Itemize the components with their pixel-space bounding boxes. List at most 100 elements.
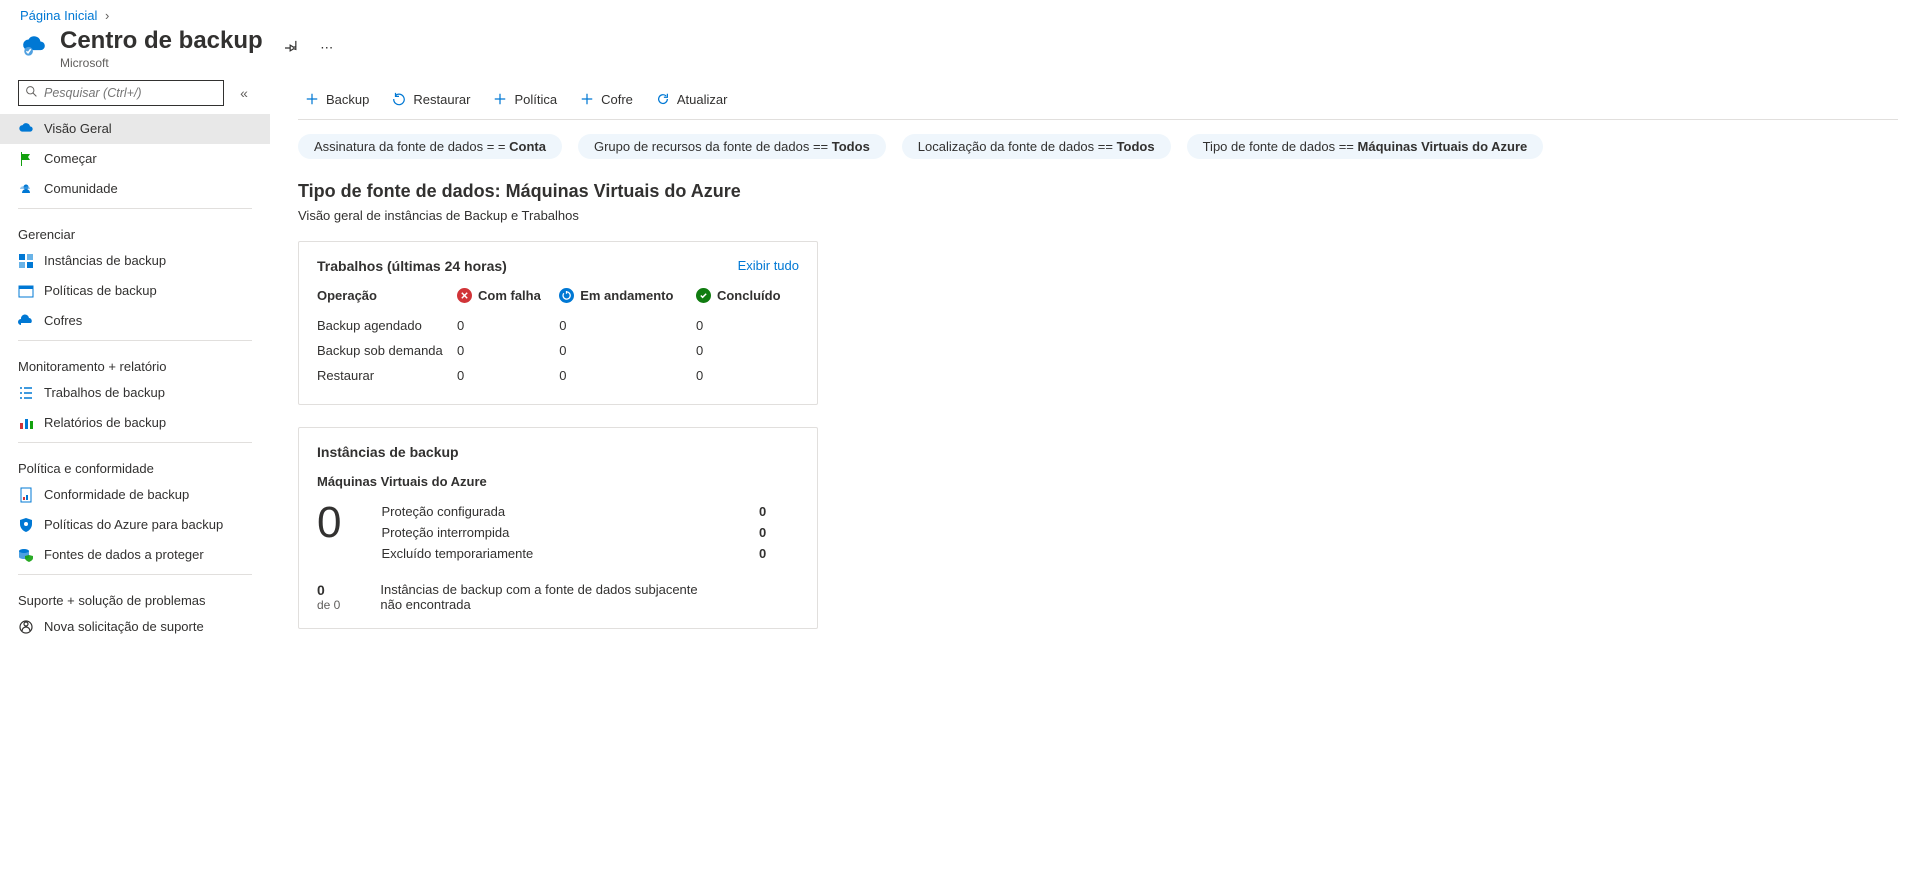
sidebar-item-label: Trabalhos de backup: [44, 385, 165, 400]
instances-total: 0: [317, 501, 341, 545]
sidebar-item-pol-ticas-de-backup[interactable]: Políticas de backup: [0, 276, 270, 306]
sidebar-item-label: Comunidade: [44, 181, 118, 196]
sidebar-item-visão-geral[interactable]: Visão Geral: [0, 114, 270, 144]
cmd-restore[interactable]: Restaurar: [385, 80, 476, 119]
support-icon: [18, 619, 34, 635]
sidebar-item-label: Políticas de backup: [44, 283, 157, 298]
instance-stat-row: Proteção interrompida 0: [381, 522, 799, 543]
job-op: Backup agendado: [317, 313, 457, 338]
job-failed: 0: [457, 313, 559, 338]
search-input[interactable]: [44, 86, 217, 100]
stat-label: Proteção interrompida: [381, 525, 509, 540]
filter-pill[interactable]: Assinatura da fonte de dados = = Conta: [298, 134, 562, 159]
db-shield-icon: [18, 547, 34, 563]
vault-icon: [18, 313, 34, 329]
breadcrumb: Página Inicial ›: [20, 8, 1888, 23]
stat-label: Proteção configurada: [381, 504, 505, 519]
jobs-view-all-link[interactable]: Exibir tudo: [738, 258, 799, 273]
jobs-card: Trabalhos (últimas 24 horas) Exibir tudo…: [298, 241, 818, 405]
instances-footer-msg: Instâncias de backup com a fonte de dado…: [380, 582, 720, 612]
done-icon: [696, 288, 711, 303]
sidebar-item-label: Relatórios de backup: [44, 415, 166, 430]
sidebar-item-trabalhos-de-backup[interactable]: Trabalhos de backup: [0, 378, 270, 408]
sidebar: « Visão Geral Começar Comunidade Gerenciar…: [0, 80, 270, 671]
stat-label: Excluído temporariamente: [381, 546, 533, 561]
stat-value: 0: [759, 525, 799, 540]
plus-icon: [304, 91, 320, 107]
sidebar-item-nova-solicita-o-de-suporte[interactable]: Nova solicitação de suporte: [0, 612, 270, 642]
collapse-sidebar-icon[interactable]: «: [232, 85, 256, 101]
filter-value: Conta: [509, 139, 546, 154]
job-op: Backup sob demanda: [317, 338, 457, 363]
cmd-backup-label: Backup: [326, 92, 369, 107]
filter-value: Todos: [832, 139, 870, 154]
sidebar-item-começar[interactable]: Começar: [0, 144, 270, 174]
shield-gear-icon: [18, 517, 34, 533]
filter-value: Máquinas Virtuais do Azure: [1358, 139, 1528, 154]
instance-stat-row: Proteção configurada 0: [381, 501, 799, 522]
filter-label: Localização da fonte de dados ==: [918, 139, 1117, 154]
sidebar-item-relat-rios-de-backup[interactable]: Relatórios de backup: [0, 408, 270, 438]
instances-card-title: Instâncias de backup: [317, 444, 799, 460]
col-operation: Operação: [317, 284, 457, 313]
job-done: 0: [696, 313, 799, 338]
cmd-vault-label: Cofre: [601, 92, 633, 107]
job-done: 0: [696, 363, 799, 388]
grid-blue-icon: [18, 253, 34, 269]
search-input-wrapper[interactable]: [18, 80, 224, 106]
sidebar-item-comunidade[interactable]: Comunidade: [0, 174, 270, 204]
command-bar: Backup Restaurar Política Cofre Atualiza…: [298, 80, 1898, 120]
sidebar-item-label: Nova solicitação de suporte: [44, 619, 204, 634]
pin-icon[interactable]: [283, 38, 303, 58]
filter-pill[interactable]: Grupo de recursos da fonte de dados == T…: [578, 134, 886, 159]
job-inprog: 0: [559, 338, 696, 363]
col-done: Concluído: [696, 284, 799, 313]
sidebar-item-label: Instâncias de backup: [44, 253, 166, 268]
cmd-policy[interactable]: Política: [486, 80, 563, 119]
sidebar-item-label: Visão Geral: [44, 121, 112, 136]
filter-pill[interactable]: Localização da fonte de dados == Todos: [902, 134, 1171, 159]
filter-pill[interactable]: Tipo de fonte de dados == Máquinas Virtu…: [1187, 134, 1544, 159]
stat-value: 0: [759, 504, 799, 519]
report-icon: [18, 487, 34, 503]
search-icon: [25, 85, 38, 101]
bar-chart-icon: [18, 415, 34, 431]
cmd-refresh[interactable]: Atualizar: [649, 80, 734, 119]
plus-icon: [579, 91, 595, 107]
table-row: Restaurar000: [317, 363, 799, 388]
job-done: 0: [696, 338, 799, 363]
instances-card: Instâncias de backup Máquinas Virtuais d…: [298, 427, 818, 629]
cmd-backup[interactable]: Backup: [298, 80, 375, 119]
sidebar-group-label: Gerenciar: [0, 213, 270, 246]
job-inprog: 0: [559, 313, 696, 338]
sidebar-item-conformidade-de-backup[interactable]: Conformidade de backup: [0, 480, 270, 510]
chevron-right-icon: ›: [105, 8, 109, 23]
more-icon[interactable]: ⋯: [317, 38, 337, 58]
filter-label: Assinatura da fonte de dados = =: [314, 139, 509, 154]
sidebar-item-inst-ncias-de-backup[interactable]: Instâncias de backup: [0, 246, 270, 276]
cmd-vault[interactable]: Cofre: [573, 80, 639, 119]
cmd-restore-label: Restaurar: [413, 92, 470, 107]
sidebar-item-fontes-de-dados-a-proteger[interactable]: Fontes de dados a proteger: [0, 540, 270, 570]
job-op: Restaurar: [317, 363, 457, 388]
section-subtitle: Visão geral de instâncias de Backup e Tr…: [298, 208, 1898, 223]
section-title: Tipo de fonte de dados: Máquinas Virtuai…: [298, 181, 1898, 202]
cmd-refresh-label: Atualizar: [677, 92, 728, 107]
filter-label: Grupo de recursos da fonte de dados ==: [594, 139, 832, 154]
col-inprogress: Em andamento: [559, 284, 696, 313]
filter-row: Assinatura da fonte de dados = = Conta Gr…: [298, 134, 1898, 159]
job-inprog: 0: [559, 363, 696, 388]
sidebar-item-pol-ticas-do-azure-para-backup[interactable]: Políticas do Azure para backup: [0, 510, 270, 540]
sidebar-item-label: Políticas do Azure para backup: [44, 517, 223, 532]
instances-footer-count-sub: de 0: [317, 598, 340, 612]
inprogress-icon: [559, 288, 574, 303]
sidebar-item-label: Fontes de dados a proteger: [44, 547, 204, 562]
page-subtitle: Microsoft: [60, 56, 263, 70]
sidebar-item-label: Começar: [44, 151, 97, 166]
table-row: Backup sob demanda000: [317, 338, 799, 363]
cloud-backup-icon: [18, 121, 34, 137]
sidebar-item-cofres[interactable]: Cofres: [0, 306, 270, 336]
people-cloud-icon: [18, 181, 34, 197]
calendar-icon: [18, 283, 34, 299]
breadcrumb-home[interactable]: Página Inicial: [20, 8, 97, 23]
